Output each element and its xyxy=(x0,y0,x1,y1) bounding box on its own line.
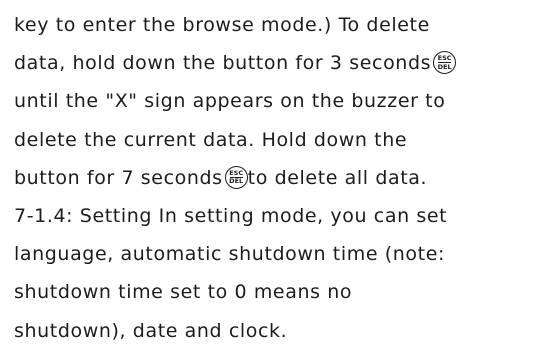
text-line: delete the current data. Hold down the xyxy=(14,121,538,159)
line-text: shutdown time set to 0 means no xyxy=(14,281,353,304)
line-text: delete the current data. Hold down the xyxy=(14,128,408,151)
esc-del-button-icon: ESC DEL xyxy=(224,165,248,189)
text-line: 7-1.4: Setting In setting mode, you can … xyxy=(14,197,538,235)
del-label: DEL xyxy=(437,62,452,71)
line-text-after-icon: to delete all data. xyxy=(247,166,428,189)
text-line: button for 7 seconds ESC DEL to delete all … xyxy=(14,159,538,197)
text-line: shutdown), date and clock. xyxy=(14,312,538,350)
line-text: until the "X" sign appears on the buzzer… xyxy=(14,90,446,113)
line-text: 7-1.4: Setting In setting mode, you can … xyxy=(14,204,448,227)
text-line: data, hold down the button for 3 seconds… xyxy=(14,44,538,82)
text-line: language, automatic shutdown time (note: xyxy=(14,235,538,273)
del-label: DEL xyxy=(229,177,244,186)
line-text: shutdown), date and clock. xyxy=(14,319,288,342)
line-text: data, hold down the button for 3 seconds xyxy=(14,52,432,75)
manual-text-block: key to enter the browse mode.) To delete… xyxy=(14,6,538,350)
line-text: button for 7 seconds xyxy=(14,166,223,189)
esc-label: ESC xyxy=(229,168,244,177)
line-text: key to enter the browse mode.) To delete xyxy=(14,14,430,36)
text-line: until the "X" sign appears on the buzzer… xyxy=(14,82,538,120)
text-line: key to enter the browse mode.) To delete xyxy=(14,6,538,44)
esc-label: ESC xyxy=(437,54,452,63)
esc-del-button-icon: ESC DEL xyxy=(433,51,457,75)
text-line: shutdown time set to 0 means no xyxy=(14,273,538,311)
line-text: language, automatic shutdown time (note: xyxy=(14,243,445,266)
